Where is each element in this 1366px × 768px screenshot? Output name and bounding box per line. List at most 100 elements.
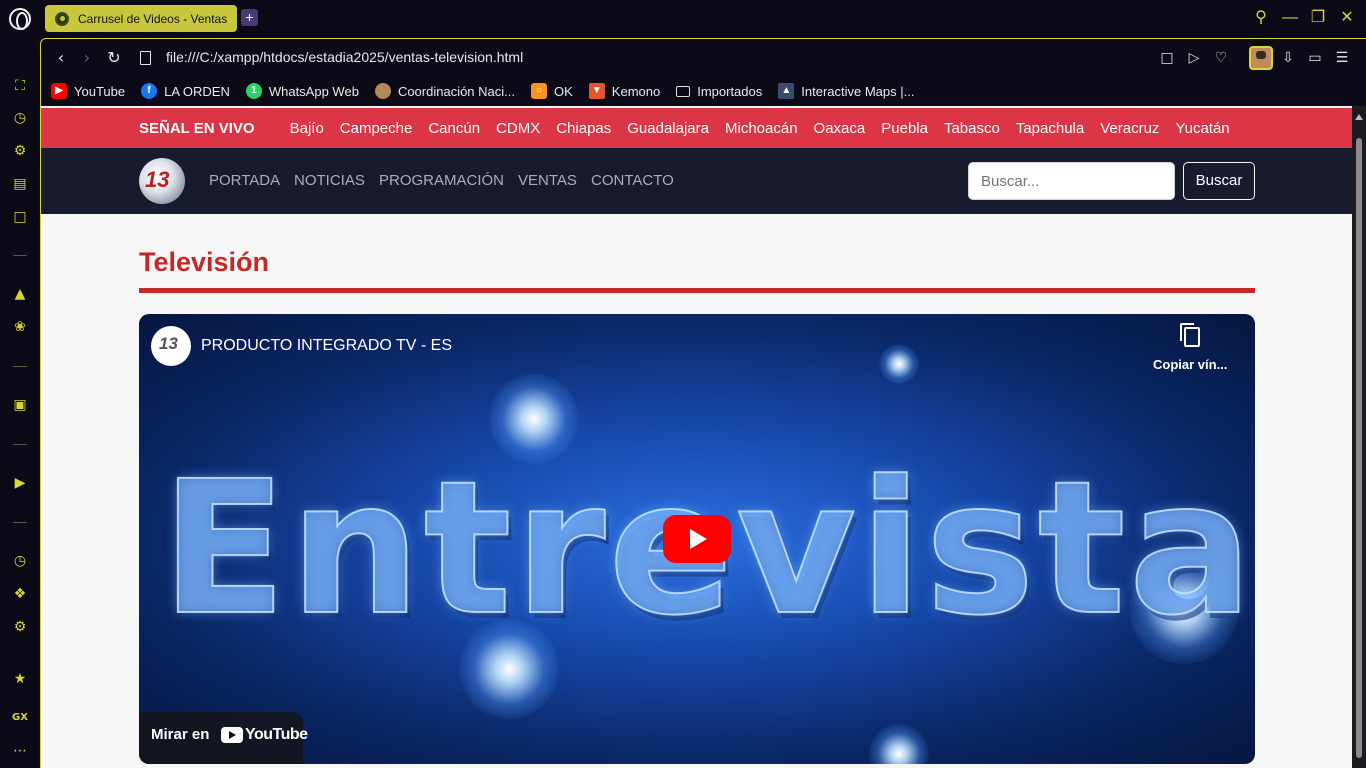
url-field[interactable]: file:///C:/xampp/htdocs/estadia2025/vent… [166, 49, 523, 65]
minimize-icon[interactable]: — [1280, 8, 1300, 28]
bookmark-interactive-maps[interactable]: ▲ Interactive Maps |... [778, 83, 914, 99]
region-link[interactable]: Oaxaca [814, 120, 866, 137]
gx-control-icon[interactable]: ★ [10, 669, 30, 689]
scrollbar-thumb[interactable] [1356, 138, 1362, 758]
forward-icon[interactable]: › [77, 48, 97, 68]
browser-sidebar: ⛶ ◷ ⚙ ▤ □ ▲ ❀ ▣ ▶ ◷ ❖ ⚙ ★ GX ⋯ [0, 38, 40, 768]
opera-menu-icon[interactable] [9, 8, 31, 30]
battery-icon[interactable]: ▭ [1305, 48, 1325, 68]
region-link[interactable]: CDMX [496, 120, 540, 137]
sidebar-separator [13, 366, 27, 367]
tab-active[interactable]: Carrusel de Videos - Ventas [45, 5, 237, 32]
watch-on-label: Mirar en [151, 726, 210, 743]
video-player[interactable]: Entrevista 13 PRODUCTO INTEGRADO TV - ES… [139, 314, 1255, 764]
send-icon[interactable]: ▷ [1184, 48, 1204, 68]
nav-noticias[interactable]: NOTICIAS [294, 172, 365, 189]
bookmark-ok[interactable]: ○ OK [531, 83, 573, 99]
aria-icon[interactable]: ▲ [10, 284, 30, 304]
search-button[interactable]: Buscar [1183, 162, 1255, 200]
copy-link-icon[interactable] [1180, 323, 1200, 347]
section-title: Televisión [139, 247, 270, 277]
bookmark-label: OK [554, 83, 573, 99]
region-link[interactable]: Guadalajara [627, 120, 709, 137]
region-link[interactable]: Cancún [428, 120, 480, 137]
sidebar-separator [13, 255, 27, 256]
site-logo[interactable]: 13 [139, 158, 185, 204]
region-link[interactable]: Campeche [340, 120, 413, 137]
sidebar-separator [13, 444, 27, 445]
live-regions-bar: SEÑAL EN VIVO Bajío Campeche Cancún CDMX… [41, 108, 1352, 148]
page-icon [140, 51, 151, 65]
player-icon[interactable]: ▶ [10, 473, 30, 493]
video-title[interactable]: PRODUCTO INTEGRADO TV - ES [201, 337, 452, 355]
search-input[interactable] [968, 162, 1175, 200]
snapshot-icon[interactable]: □ [1157, 48, 1177, 68]
bookmark-label: WhatsApp Web [268, 83, 359, 99]
easy-setup-icon[interactable]: ☰ [1332, 48, 1352, 68]
nav-programacion[interactable]: PROGRAMACIÓN [379, 172, 504, 189]
bookmark-youtube[interactable]: ▶ YouTube [51, 83, 125, 99]
whatsapp-icon: 1 [245, 83, 262, 99]
close-icon[interactable]: ✕ [1337, 8, 1357, 28]
region-link[interactable]: Veracruz [1100, 120, 1159, 137]
new-tab-button[interactable]: + [241, 9, 258, 26]
bookmark-importados[interactable]: Importados [676, 84, 762, 99]
bookmark-kemono[interactable]: ▼ Kemono [588, 83, 661, 99]
watch-on-youtube-button[interactable]: Mirar en YouTube [139, 712, 308, 764]
site-navbar: 13 PORTADA NOTICIAS PROGRAMACIÓN VENTAS … [41, 148, 1352, 214]
region-link[interactable]: Chiapas [556, 120, 611, 137]
cleaner-icon[interactable]: ⚙ [10, 141, 30, 161]
region-link[interactable]: Bajío [290, 120, 324, 137]
nav-ventas[interactable]: VENTAS [518, 172, 577, 189]
page-scrollbar[interactable] [1352, 106, 1366, 768]
folder-icon [676, 85, 691, 97]
live-label[interactable]: SEÑAL EN VIVO [139, 120, 255, 137]
copy-link-label[interactable]: Copiar vín... [1153, 357, 1227, 372]
extensions-icon[interactable]: ❖ [10, 584, 30, 604]
region-link[interactable]: Tabasco [944, 120, 1000, 137]
channel-logo-text: 13 [159, 334, 178, 353]
bookmark-label: LA ORDEN [164, 83, 230, 99]
youtube-wordmark: YouTube [245, 726, 308, 743]
m-icon[interactable]: □ [10, 207, 30, 227]
title-underline [139, 288, 1255, 293]
sidebar-separator [13, 522, 27, 523]
region-link[interactable]: Michoacán [725, 120, 798, 137]
bookmark-la-orden[interactable]: f LA ORDEN [141, 83, 230, 99]
address-bar: ‹ › ↻ file:///C:/xampp/htdocs/estadia202… [40, 38, 1366, 76]
facebook-icon: f [141, 83, 158, 99]
region-link[interactable]: Yucatán [1175, 120, 1229, 137]
twitch-icon[interactable]: ▣ [10, 395, 30, 415]
restore-icon[interactable]: ❐ [1308, 8, 1328, 28]
history-icon[interactable]: ◷ [10, 551, 30, 571]
region-link[interactable]: Tapachula [1016, 120, 1084, 137]
nav-portada[interactable]: PORTADA [209, 172, 280, 189]
settings-icon[interactable]: ⚙ [10, 617, 30, 637]
download-icon[interactable]: ⇩ [1278, 48, 1298, 68]
bookmark-label: YouTube [74, 83, 126, 99]
back-icon[interactable]: ‹ [51, 48, 71, 68]
bookmark-label: Interactive Maps |... [801, 83, 915, 99]
light-glow [869, 724, 929, 764]
play-button[interactable] [663, 515, 731, 563]
gx-icon[interactable]: GX [10, 708, 30, 728]
scroll-up-icon[interactable] [1355, 114, 1363, 120]
region-link[interactable]: Puebla [881, 120, 928, 137]
chatgpt-icon[interactable]: ❀ [10, 317, 30, 337]
gamepad-icon[interactable]: ⛶ [10, 76, 30, 96]
bookmark-label: Kemono [611, 83, 661, 99]
channel-avatar[interactable]: 13 [151, 326, 191, 366]
maps-icon: ▲ [778, 83, 795, 99]
heart-icon[interactable]: ♡ [1211, 48, 1231, 68]
bookmark-coordinacion[interactable]: Coordinación Naci... [374, 83, 515, 99]
youtube-logo-icon [221, 727, 243, 743]
bookmark-whatsapp[interactable]: 1 WhatsApp Web [245, 83, 359, 99]
globe-icon [55, 11, 69, 26]
speedometer-icon[interactable]: ◷ [10, 108, 30, 128]
reload-icon[interactable]: ↻ [104, 48, 124, 68]
more-icon[interactable]: ⋯ [10, 741, 30, 761]
search-tabs-icon[interactable]: ⚲ [1251, 8, 1271, 28]
profile-avatar[interactable] [1249, 46, 1273, 70]
nav-contacto[interactable]: CONTACTO [591, 172, 674, 189]
stripes-icon[interactable]: ▤ [10, 174, 30, 194]
